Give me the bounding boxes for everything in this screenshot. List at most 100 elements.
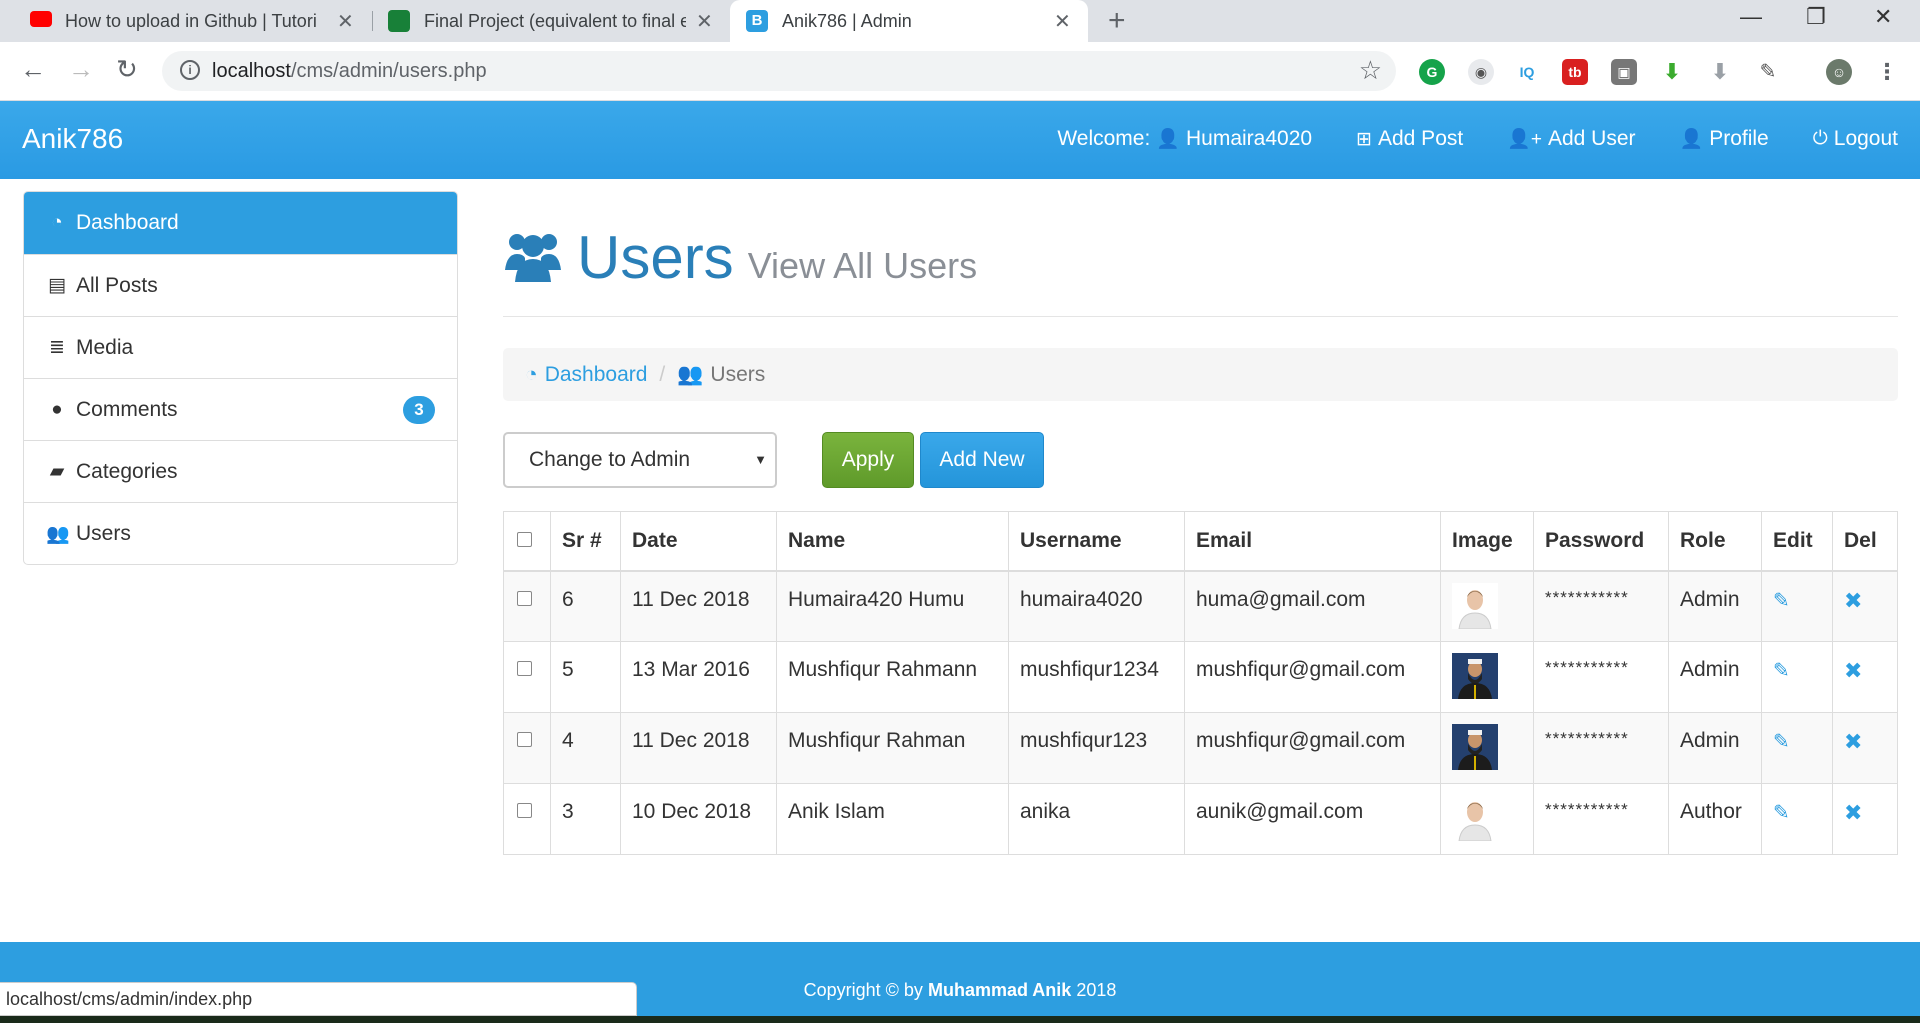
cell-password: *********** — [1533, 570, 1669, 642]
cell-image — [1440, 570, 1534, 642]
user-icon: 👤 — [1679, 129, 1704, 150]
page-subtitle: View All Users — [747, 245, 978, 286]
edit-pencil-icon[interactable]: ✎ — [1773, 590, 1790, 612]
info-icon[interactable]: i — [180, 60, 200, 80]
url-text[interactable]: localhost/cms/admin/users.php — [212, 60, 487, 83]
download-gray-icon[interactable]: ⬇ — [1707, 59, 1733, 85]
folder-open-icon: ▰ — [49, 461, 65, 482]
browser-tab-3-active[interactable]: B Anik786 | Admin ✕ — [730, 0, 1088, 42]
new-tab-button[interactable]: + — [1108, 4, 1126, 38]
table-row: 3 10 Dec 2018 Anik Islam anika aunik@gma… — [503, 783, 1898, 855]
cell-email: aunik@gmail.com — [1184, 783, 1441, 855]
window-close-icon[interactable]: ✕ — [1874, 4, 1892, 30]
bookmark-star-icon[interactable]: ☆ — [1359, 55, 1382, 86]
cell-role: Admin — [1668, 641, 1762, 713]
sidebar-item-all-posts[interactable]: ▤ All Posts — [24, 254, 457, 316]
row-checkbox[interactable] — [517, 590, 532, 606]
cell-edit: ✎ — [1761, 783, 1833, 855]
breadcrumb-dashboard-link[interactable]: ◔ Dashboard — [525, 363, 647, 387]
column-header[interactable]: Username — [1008, 511, 1185, 572]
eyedropper-icon[interactable]: ✎ — [1755, 59, 1781, 85]
edit-pencil-icon[interactable]: ✎ — [1773, 802, 1790, 824]
cell-date: 13 Mar 2016 — [620, 641, 777, 713]
delete-x-icon[interactable]: ✖ — [1844, 588, 1862, 613]
row-select-cell — [503, 712, 551, 784]
browser-toolbar: ← → ↻ i localhost/cms/admin/users.php ☆ … — [0, 42, 1920, 101]
edit-pencil-icon[interactable]: ✎ — [1773, 660, 1790, 682]
add-user-link[interactable]: 👤+ Add User — [1507, 127, 1635, 151]
table-row: 5 13 Mar 2016 Mushfiqur Rahmann mushfiqu… — [503, 641, 1898, 713]
table-header-row: Sr # Date Name Username Email Image Pass… — [503, 511, 1898, 572]
delete-x-icon[interactable]: ✖ — [1844, 658, 1862, 683]
close-icon[interactable]: ✕ — [337, 9, 354, 34]
address-bar[interactable]: i localhost/cms/admin/users.php ☆ — [162, 51, 1396, 91]
sidebar-item-comments[interactable]: ● Comments 3 — [24, 378, 457, 440]
user-plus-icon: 👤+ — [1507, 129, 1542, 150]
add-new-button[interactable]: Add New — [920, 432, 1044, 488]
power-icon: ⏻ — [1812, 128, 1828, 149]
close-icon[interactable]: ✕ — [1054, 9, 1071, 34]
sidebar-item-dashboard[interactable]: ◔ Dashboard — [24, 192, 457, 254]
users-icon: 👥 — [677, 362, 704, 386]
breadcrumb: ◔ Dashboard / 👥 Users — [503, 348, 1898, 401]
column-header[interactable]: Name — [776, 511, 1009, 572]
browser-tab-2[interactable]: Final Project (equivalent to final e ✕ — [372, 0, 730, 42]
row-checkbox[interactable] — [517, 732, 532, 747]
add-post-link[interactable]: ⊞ Add Post — [1356, 127, 1463, 151]
back-icon[interactable]: ← — [20, 54, 46, 85]
row-checkbox[interactable] — [517, 803, 532, 818]
bulk-action-select[interactable]: Change to Admin ▼ — [503, 432, 777, 488]
eye-extension-icon[interactable]: ◉ — [1468, 59, 1494, 85]
maximize-icon[interactable]: ❐ — [1806, 4, 1826, 30]
cell-date: 11 Dec 2018 — [620, 570, 777, 642]
minimize-icon[interactable]: — — [1740, 4, 1762, 30]
sidebar-item-categories[interactable]: ▰ Categories — [24, 440, 457, 502]
default-avatar-image — [1452, 582, 1498, 629]
column-header[interactable]: Sr # — [550, 511, 621, 572]
select-all-checkbox[interactable] — [517, 531, 532, 547]
iq-extension-icon[interactable]: IQ — [1514, 59, 1540, 85]
cell-sr: 4 — [550, 712, 621, 784]
brand-logo[interactable]: Anik786 — [22, 123, 123, 155]
download-green-icon[interactable]: ⬇ — [1659, 59, 1685, 85]
cell-image — [1440, 641, 1534, 713]
tubebuddy-icon[interactable]: tb — [1562, 59, 1588, 85]
tab-title: Final Project (equivalent to final e — [424, 11, 686, 31]
close-icon[interactable]: ✕ — [696, 9, 713, 34]
os-taskbar-edge — [0, 1016, 1920, 1023]
tampermonkey-icon[interactable]: ▣ — [1611, 59, 1637, 85]
reload-icon[interactable]: ↻ — [116, 54, 138, 85]
profile-avatar-icon[interactable]: ☺ — [1826, 59, 1852, 85]
delete-x-icon[interactable]: ✖ — [1844, 800, 1862, 825]
cell-sr: 3 — [550, 783, 621, 855]
forward-icon[interactable]: → — [68, 54, 94, 85]
footer-year: 2018 — [1076, 980, 1117, 1000]
add-user-label: Add User — [1547, 127, 1636, 150]
apply-button[interactable]: Apply — [822, 432, 914, 488]
header-divider — [503, 316, 1898, 317]
database-icon: ≣ — [49, 337, 65, 358]
row-checkbox[interactable] — [517, 661, 532, 676]
welcome-user[interactable]: Welcome: 👤 Humaira4020 — [1057, 127, 1312, 151]
cell-image — [1440, 783, 1534, 855]
youtube-icon — [30, 11, 52, 27]
column-header[interactable]: Email — [1184, 511, 1441, 572]
cell-email: huma@gmail.com — [1184, 570, 1441, 642]
profile-link[interactable]: 👤 Profile — [1680, 127, 1769, 151]
grammarly-icon[interactable]: G — [1419, 59, 1445, 85]
cell-date: 11 Dec 2018 — [620, 712, 777, 784]
bulk-action-selected-value: Change to Admin — [529, 448, 691, 471]
logout-label: Logout — [1833, 127, 1898, 150]
column-header[interactable]: Date — [620, 511, 777, 572]
sidebar-item-label: All Posts — [76, 273, 158, 297]
users-icon — [503, 226, 563, 284]
logout-link[interactable]: ⏻ Logout — [1813, 127, 1898, 151]
delete-x-icon[interactable]: ✖ — [1844, 729, 1862, 754]
menu-kebab-icon[interactable]: ⋮ — [1874, 59, 1900, 85]
breadcrumb-home-label: Dashboard — [544, 362, 648, 386]
sidebar-item-users[interactable]: 👥 Users — [24, 502, 457, 564]
column-header[interactable]: Role — [1668, 511, 1762, 572]
edit-pencil-icon[interactable]: ✎ — [1773, 731, 1790, 753]
sidebar-item-media[interactable]: ≣ Media — [24, 316, 457, 378]
browser-tab-1[interactable]: How to upload in Github | Tutori ✕ — [0, 0, 372, 42]
